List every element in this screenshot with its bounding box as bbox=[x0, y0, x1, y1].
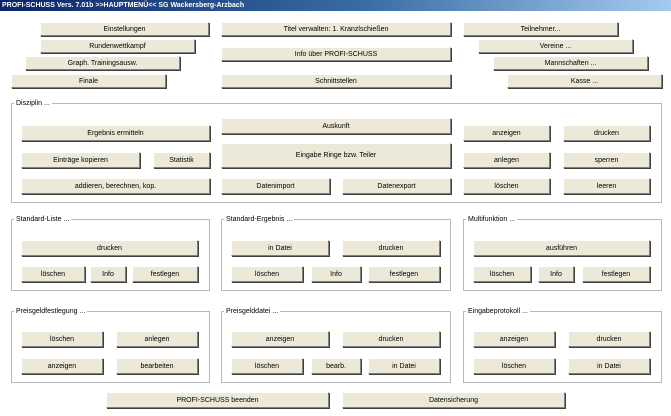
titel-verwalten-button[interactable]: Titel verwalten: 1. Kranzlschießen bbox=[221, 22, 451, 36]
eingabeprotokoll-in-datei-button[interactable]: in Datei bbox=[568, 358, 650, 374]
beenden-button[interactable]: PROFI-SCHUSS beenden bbox=[106, 392, 329, 408]
eintraege-kopieren-button[interactable]: Einträge kopieren bbox=[21, 152, 140, 168]
eingabe-ringe-button[interactable]: Eingabe Ringe bzw. Teiler bbox=[221, 143, 451, 168]
schnittstellen-button[interactable]: Schnittstellen bbox=[221, 74, 451, 88]
disziplin-loeschen-button[interactable]: löschen bbox=[463, 178, 550, 194]
disziplin-drucken-button[interactable]: drucken bbox=[563, 125, 650, 141]
disziplin-leeren-button[interactable]: leeren bbox=[563, 178, 650, 194]
standard-ergebnis-in-datei-button[interactable]: in Datei bbox=[231, 240, 329, 256]
disziplin-anlegen-button[interactable]: anlegen bbox=[463, 152, 550, 168]
preisgeldfestlegung-label: Preisgeldfestlegung ... bbox=[14, 307, 88, 316]
ergebnis-ermitteln-button[interactable]: Ergebnis ermitteln bbox=[21, 125, 210, 141]
auskunft-button[interactable]: Auskunft bbox=[221, 118, 451, 134]
disziplin-sperren-button[interactable]: sperren bbox=[563, 152, 650, 168]
standard-ergebnis-label: Standard-Ergebnis ... bbox=[224, 215, 295, 224]
standard-liste-loeschen-button[interactable]: löschen bbox=[21, 266, 85, 282]
preisgelddatei-drucken-button[interactable]: drucken bbox=[342, 331, 440, 347]
preisgelddatei-bearb-button[interactable]: bearb. bbox=[311, 358, 361, 374]
standard-ergebnis-info-button[interactable]: Info bbox=[311, 266, 361, 282]
preisgelddatei-loeschen-button[interactable]: löschen bbox=[231, 358, 303, 374]
teilnehmer-button[interactable]: Teilnehmer... bbox=[463, 22, 618, 36]
preisgeldfestlegung-anlegen-button[interactable]: anlegen bbox=[116, 331, 198, 347]
standard-liste-festlegen-button[interactable]: festlegen bbox=[132, 266, 198, 282]
window-title: PROFI-SCHUSS Vers. 7.01b >>HAUPTMENÜ<< S… bbox=[2, 2, 245, 9]
multifunktion-festlegen-button[interactable]: festlegen bbox=[582, 266, 650, 282]
eingabeprotokoll-anzeigen-button[interactable]: anzeigen bbox=[473, 331, 555, 347]
multifunktion-ausfuehren-button[interactable]: ausführen bbox=[473, 240, 650, 256]
disziplin-label: Disziplin ... bbox=[14, 99, 52, 108]
multifunktion-label: Multifunktion ... bbox=[466, 215, 518, 224]
statistik-button[interactable]: Statistik bbox=[153, 152, 210, 168]
standard-liste-info-button[interactable]: Info bbox=[90, 266, 126, 282]
preisgeldfestlegung-bearbeiten-button[interactable]: bearbeiten bbox=[116, 358, 198, 374]
graph-training-button[interactable]: Graph. Trainingsausw. bbox=[25, 56, 180, 70]
mannschaften-button[interactable]: Mannschaften ... bbox=[493, 56, 648, 70]
preisgelddatei-in-datei-button[interactable]: in Datei bbox=[368, 358, 440, 374]
multifunktion-loeschen-button[interactable]: löschen bbox=[473, 266, 531, 282]
preisgelddatei-anzeigen-button[interactable]: anzeigen bbox=[231, 331, 329, 347]
standard-liste-label: Standard-Liste ... bbox=[14, 215, 72, 224]
standard-ergebnis-festlegen-button[interactable]: festlegen bbox=[368, 266, 440, 282]
rundenwettkampf-button[interactable]: Rundenwettkampf bbox=[40, 39, 195, 53]
vereine-button[interactable]: Vereine ... bbox=[478, 39, 633, 53]
datensicherung-button[interactable]: Datensicherung bbox=[342, 392, 565, 408]
eingabeprotokoll-label: Eingabeprotokoll ... bbox=[466, 307, 530, 316]
info-profi-button[interactable]: Info über PROFI-SCHUSS bbox=[221, 47, 451, 61]
eingabeprotokoll-loeschen-button[interactable]: löschen bbox=[473, 358, 555, 374]
finale-button[interactable]: Finale bbox=[11, 74, 166, 88]
preisgelddatei-label: Preisgelddatei ... bbox=[224, 307, 281, 316]
eingabeprotokoll-drucken-button[interactable]: drucken bbox=[568, 331, 650, 347]
standard-liste-drucken-button[interactable]: drucken bbox=[21, 240, 198, 256]
datenimport-button[interactable]: Datenimport bbox=[221, 178, 330, 194]
addieren-button[interactable]: addieren, berechnen, kop. bbox=[21, 178, 210, 194]
disziplin-anzeigen-button[interactable]: anzeigen bbox=[463, 125, 550, 141]
datenexport-button[interactable]: Datenexport bbox=[342, 178, 451, 194]
kasse-button[interactable]: Kasse ... bbox=[507, 74, 662, 88]
preisgeldfestlegung-loeschen-button[interactable]: löschen bbox=[21, 331, 103, 347]
preisgeldfestlegung-anzeigen-button[interactable]: anzeigen bbox=[21, 358, 103, 374]
einstellungen-button[interactable]: Einstellungen bbox=[40, 22, 209, 36]
multifunktion-info-button[interactable]: Info bbox=[538, 266, 574, 282]
standard-ergebnis-loeschen-button[interactable]: löschen bbox=[231, 266, 303, 282]
standard-ergebnis-drucken-button[interactable]: drucken bbox=[342, 240, 440, 256]
title-bar: PROFI-SCHUSS Vers. 7.01b >>HAUPTMENÜ<< S… bbox=[0, 0, 671, 11]
